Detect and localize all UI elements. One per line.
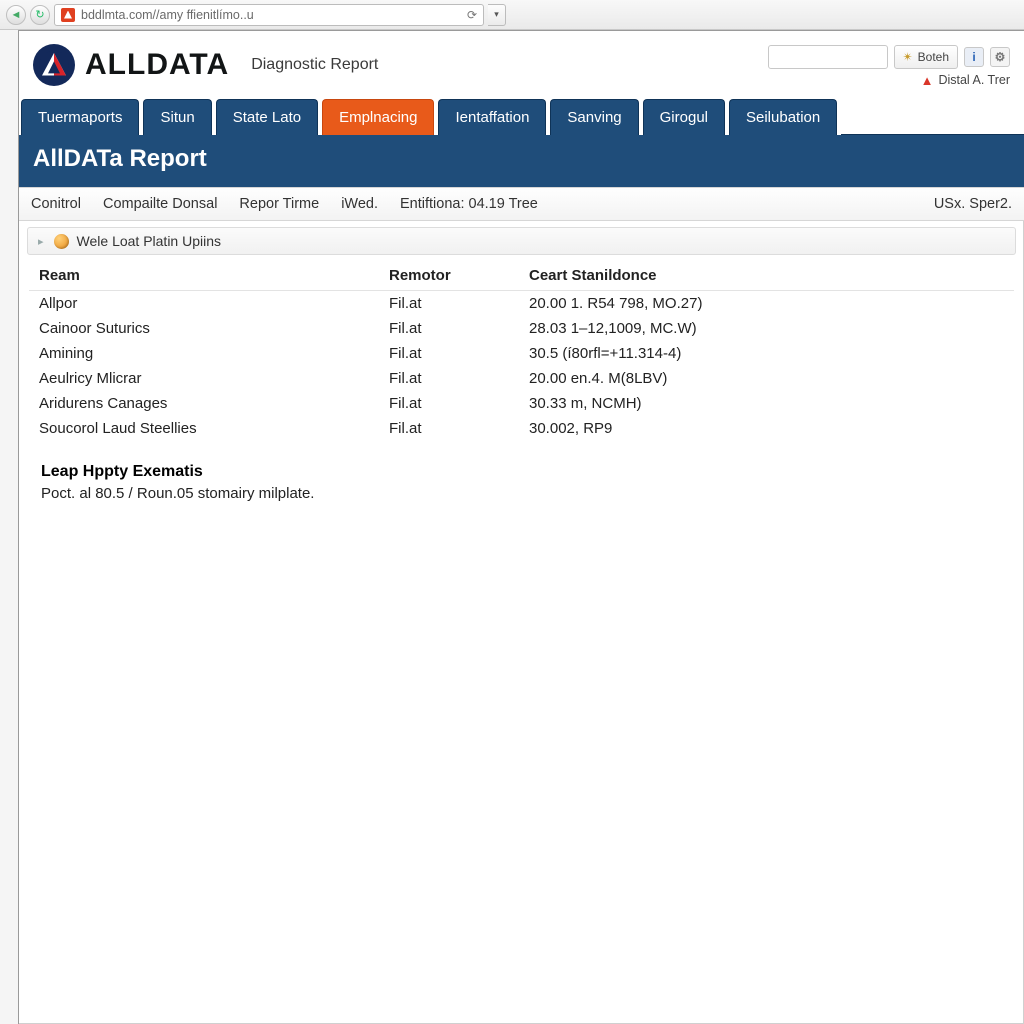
table-cell: Aridurens Canages (29, 391, 379, 416)
table-row[interactable]: AllporFil.at20.00 1. R54 798, MO.27) (29, 291, 1014, 317)
page-title: AllDATa Report (33, 145, 1010, 173)
nav-refresh-button[interactable]: ↻ (30, 5, 50, 25)
table-cell: 28.03 1–12,1009, MC.W) (519, 316, 1014, 341)
section-body: Poct. al 80.5 / Roun.05 stomairy milplat… (29, 485, 1014, 502)
content-area: Ream Remotor Ceart Stanildonce AllporFil… (19, 255, 1024, 502)
brand-logo: ALLDATA (33, 44, 229, 86)
app-header: ALLDATA Diagnostic Report ✴ Boteh i ⚙ ▲ … (19, 31, 1024, 99)
table-cell: 30.33 m, NCMH) (519, 391, 1014, 416)
info-button[interactable]: i (964, 47, 984, 67)
page-title-band: AllDATa Report (19, 135, 1024, 187)
nav-back-button[interactable]: ◄ (6, 5, 26, 25)
table-cell: Fil.at (379, 316, 519, 341)
header-warning-text: Distal A. Trer (938, 73, 1010, 87)
tab-tuermaports[interactable]: Tuermaports (21, 99, 139, 135)
col-header[interactable]: Ceart Stanildonce (519, 259, 1014, 291)
secbar-right: USx. Sper2. (934, 196, 1012, 212)
section-title: Leap Hppty Exematis (29, 441, 1014, 485)
table-cell: Fil.at (379, 391, 519, 416)
table-cell: Fil.at (379, 366, 519, 391)
favicon-icon (61, 8, 75, 22)
tab-emplnacing[interactable]: Emplnacing (322, 99, 434, 135)
table-cell: Cainoor Suturics (29, 316, 379, 341)
table-cell: Fil.at (379, 341, 519, 366)
secbar-item[interactable]: Compailte Donsal (103, 196, 217, 212)
tab-bar-filler (841, 99, 1024, 135)
col-header[interactable]: Remotor (379, 259, 519, 291)
tab-ientaffation[interactable]: Ientaffation (438, 99, 546, 135)
reload-icon[interactable]: ⟳ (467, 8, 477, 22)
table-cell: 30.5 (í80rfl=+11.314-4) (519, 341, 1014, 366)
secbar-item[interactable]: Repor Tirme (239, 196, 319, 212)
extension-pill-label: Boteh (918, 50, 949, 64)
secbar-item[interactable]: Entiftiona: 04.19 Tree (400, 196, 538, 212)
table-cell: 20.00 1. R54 798, MO.27) (519, 291, 1014, 317)
info-strip[interactable]: ▸ Wele Loat Platin Upiins (27, 227, 1016, 255)
header-right: ✴ Boteh i ⚙ ▲ Distal A. Trer (768, 43, 1010, 88)
table-cell: 30.002, RP9 (519, 416, 1014, 441)
table-row[interactable]: Aeulricy MlicrarFil.at20.00 en.4. M(8LBV… (29, 366, 1014, 391)
tab-situn[interactable]: Situn (143, 99, 211, 135)
url-tools: ⟳ (467, 8, 477, 22)
table-cell: Fil.at (379, 416, 519, 441)
table-row[interactable]: Aridurens CanagesFil.at30.33 m, NCMH) (29, 391, 1014, 416)
table-cell: 20.00 en.4. M(8LBV) (519, 366, 1014, 391)
tab-state-lato[interactable]: State Lato (216, 99, 318, 135)
secbar-item[interactable]: Conitrol (31, 196, 81, 212)
browser-chrome: ◄ ↻ bddlmta.com//amy ffienitlímo..u ⟳ ▾ (0, 0, 1024, 30)
table-row[interactable]: AminingFil.at30.5 (í80rfl=+11.314-4) (29, 341, 1014, 366)
secondary-bar: Conitrol Compailte Donsal Repor Tirme iW… (19, 187, 1024, 221)
tab-seilubation[interactable]: Seilubation (729, 99, 837, 135)
table-cell: Soucorol Laud Steellies (29, 416, 379, 441)
table-cell: Aeulricy Mlicrar (29, 366, 379, 391)
chevron-icon: ▸ (38, 235, 44, 248)
report-table: Ream Remotor Ceart Stanildonce AllporFil… (29, 259, 1014, 441)
tab-bar: Tuermaports Situn State Lato Emplnacing … (19, 99, 1024, 135)
header-tools: ✴ Boteh i ⚙ (768, 45, 1010, 69)
warning-icon: ▲ (921, 73, 934, 88)
alert-icon (54, 234, 69, 249)
header-subtitle: Diagnostic Report (251, 56, 378, 74)
secbar-item[interactable]: iWed. (341, 196, 378, 212)
puzzle-icon: ✴ (903, 50, 913, 64)
tab-girogul[interactable]: Girogul (643, 99, 725, 135)
header-warning: ▲ Distal A. Trer (921, 73, 1010, 88)
url-bar[interactable]: bddlmta.com//amy ffienitlímo..u ⟳ (54, 4, 484, 26)
extension-pill[interactable]: ✴ Boteh (894, 45, 958, 69)
app-window: ALLDATA Diagnostic Report ✴ Boteh i ⚙ ▲ … (18, 30, 1024, 1024)
url-text: bddlmta.com//amy ffienitlímo..u (81, 8, 461, 22)
brand-logo-icon (33, 44, 75, 86)
tab-sanving[interactable]: Sanving (550, 99, 638, 135)
search-input[interactable] (768, 45, 888, 69)
table-cell: Allpor (29, 291, 379, 317)
url-dropdown-button[interactable]: ▾ (488, 4, 506, 26)
table-row[interactable]: Soucorol Laud SteelliesFil.at30.002, RP9 (29, 416, 1014, 441)
settings-button[interactable]: ⚙ (990, 47, 1010, 67)
table-cell: Amining (29, 341, 379, 366)
table-cell: Fil.at (379, 291, 519, 317)
info-strip-text: Wele Loat Platin Upiins (77, 233, 221, 249)
table-row[interactable]: Cainoor SuturicsFil.at28.03 1–12,1009, M… (29, 316, 1014, 341)
col-header[interactable]: Ream (29, 259, 379, 291)
brand-name: ALLDATA (85, 48, 229, 82)
